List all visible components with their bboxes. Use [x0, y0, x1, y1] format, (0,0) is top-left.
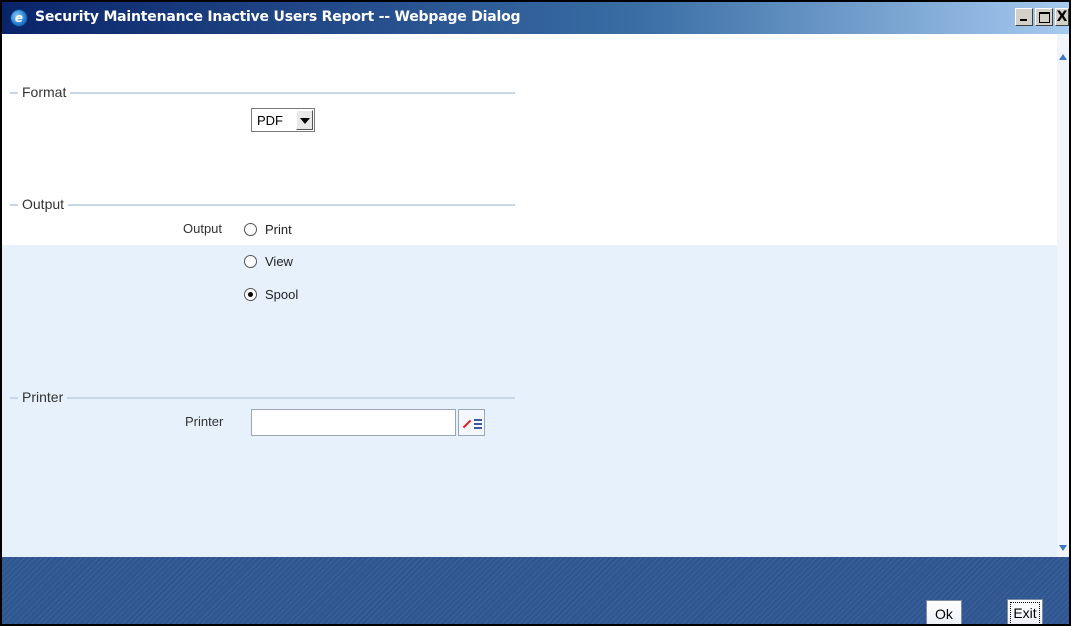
output-field-label: Output	[183, 221, 223, 236]
section-divider	[67, 397, 515, 399]
printer-field-label: Printer	[185, 414, 224, 429]
format-section-label: Format	[22, 84, 67, 100]
section-divider	[10, 204, 18, 206]
printer-section-label: Printer	[22, 389, 64, 405]
format-section-header: Format	[10, 84, 515, 100]
output-option-spool[interactable]: Spool	[244, 285, 298, 303]
minimize-icon[interactable]	[1015, 8, 1033, 26]
output-option-view[interactable]: View	[244, 252, 293, 270]
window-title: Security Maintenance Inactive Users Repo…	[35, 9, 521, 25]
ok-button[interactable]: Ok	[926, 600, 962, 624]
format-select[interactable]: PDF	[251, 108, 315, 132]
radio-view[interactable]	[244, 254, 257, 268]
form-area-top	[2, 34, 1057, 245]
section-divider	[10, 397, 18, 399]
section-divider	[70, 92, 515, 94]
radio-print-label: Print	[265, 221, 292, 237]
radio-spool[interactable]	[244, 287, 257, 301]
ie-icon: e	[10, 9, 28, 27]
window-controls: X	[1013, 8, 1069, 26]
maximize-icon[interactable]	[1035, 8, 1053, 26]
section-divider	[10, 92, 18, 94]
dialog-window: e Security Maintenance Inactive Users Re…	[0, 0, 1071, 626]
radio-spool-label: Spool	[265, 286, 299, 302]
vertical-scrollbar[interactable]	[1057, 34, 1069, 557]
output-option-print[interactable]: Print	[244, 220, 292, 238]
close-icon[interactable]: X	[1055, 8, 1069, 26]
printer-input[interactable]	[251, 409, 456, 436]
list-of-values-button[interactable]	[458, 409, 485, 436]
chevron-down-icon[interactable]	[296, 110, 313, 130]
output-section-header: Output	[10, 196, 515, 212]
exit-button[interactable]: Exit	[1007, 599, 1043, 624]
scroll-down-icon[interactable]	[1057, 541, 1069, 557]
scroll-up-icon[interactable]	[1057, 50, 1069, 66]
output-section-label: Output	[22, 196, 65, 212]
radio-print[interactable]	[244, 222, 257, 236]
footer-bar	[2, 557, 1069, 624]
printer-section-header: Printer	[10, 389, 515, 405]
format-select-value: PDF	[257, 113, 283, 128]
title-bar: e Security Maintenance Inactive Users Re…	[2, 2, 1069, 34]
radio-view-label: View	[265, 253, 293, 269]
section-divider	[68, 204, 515, 206]
